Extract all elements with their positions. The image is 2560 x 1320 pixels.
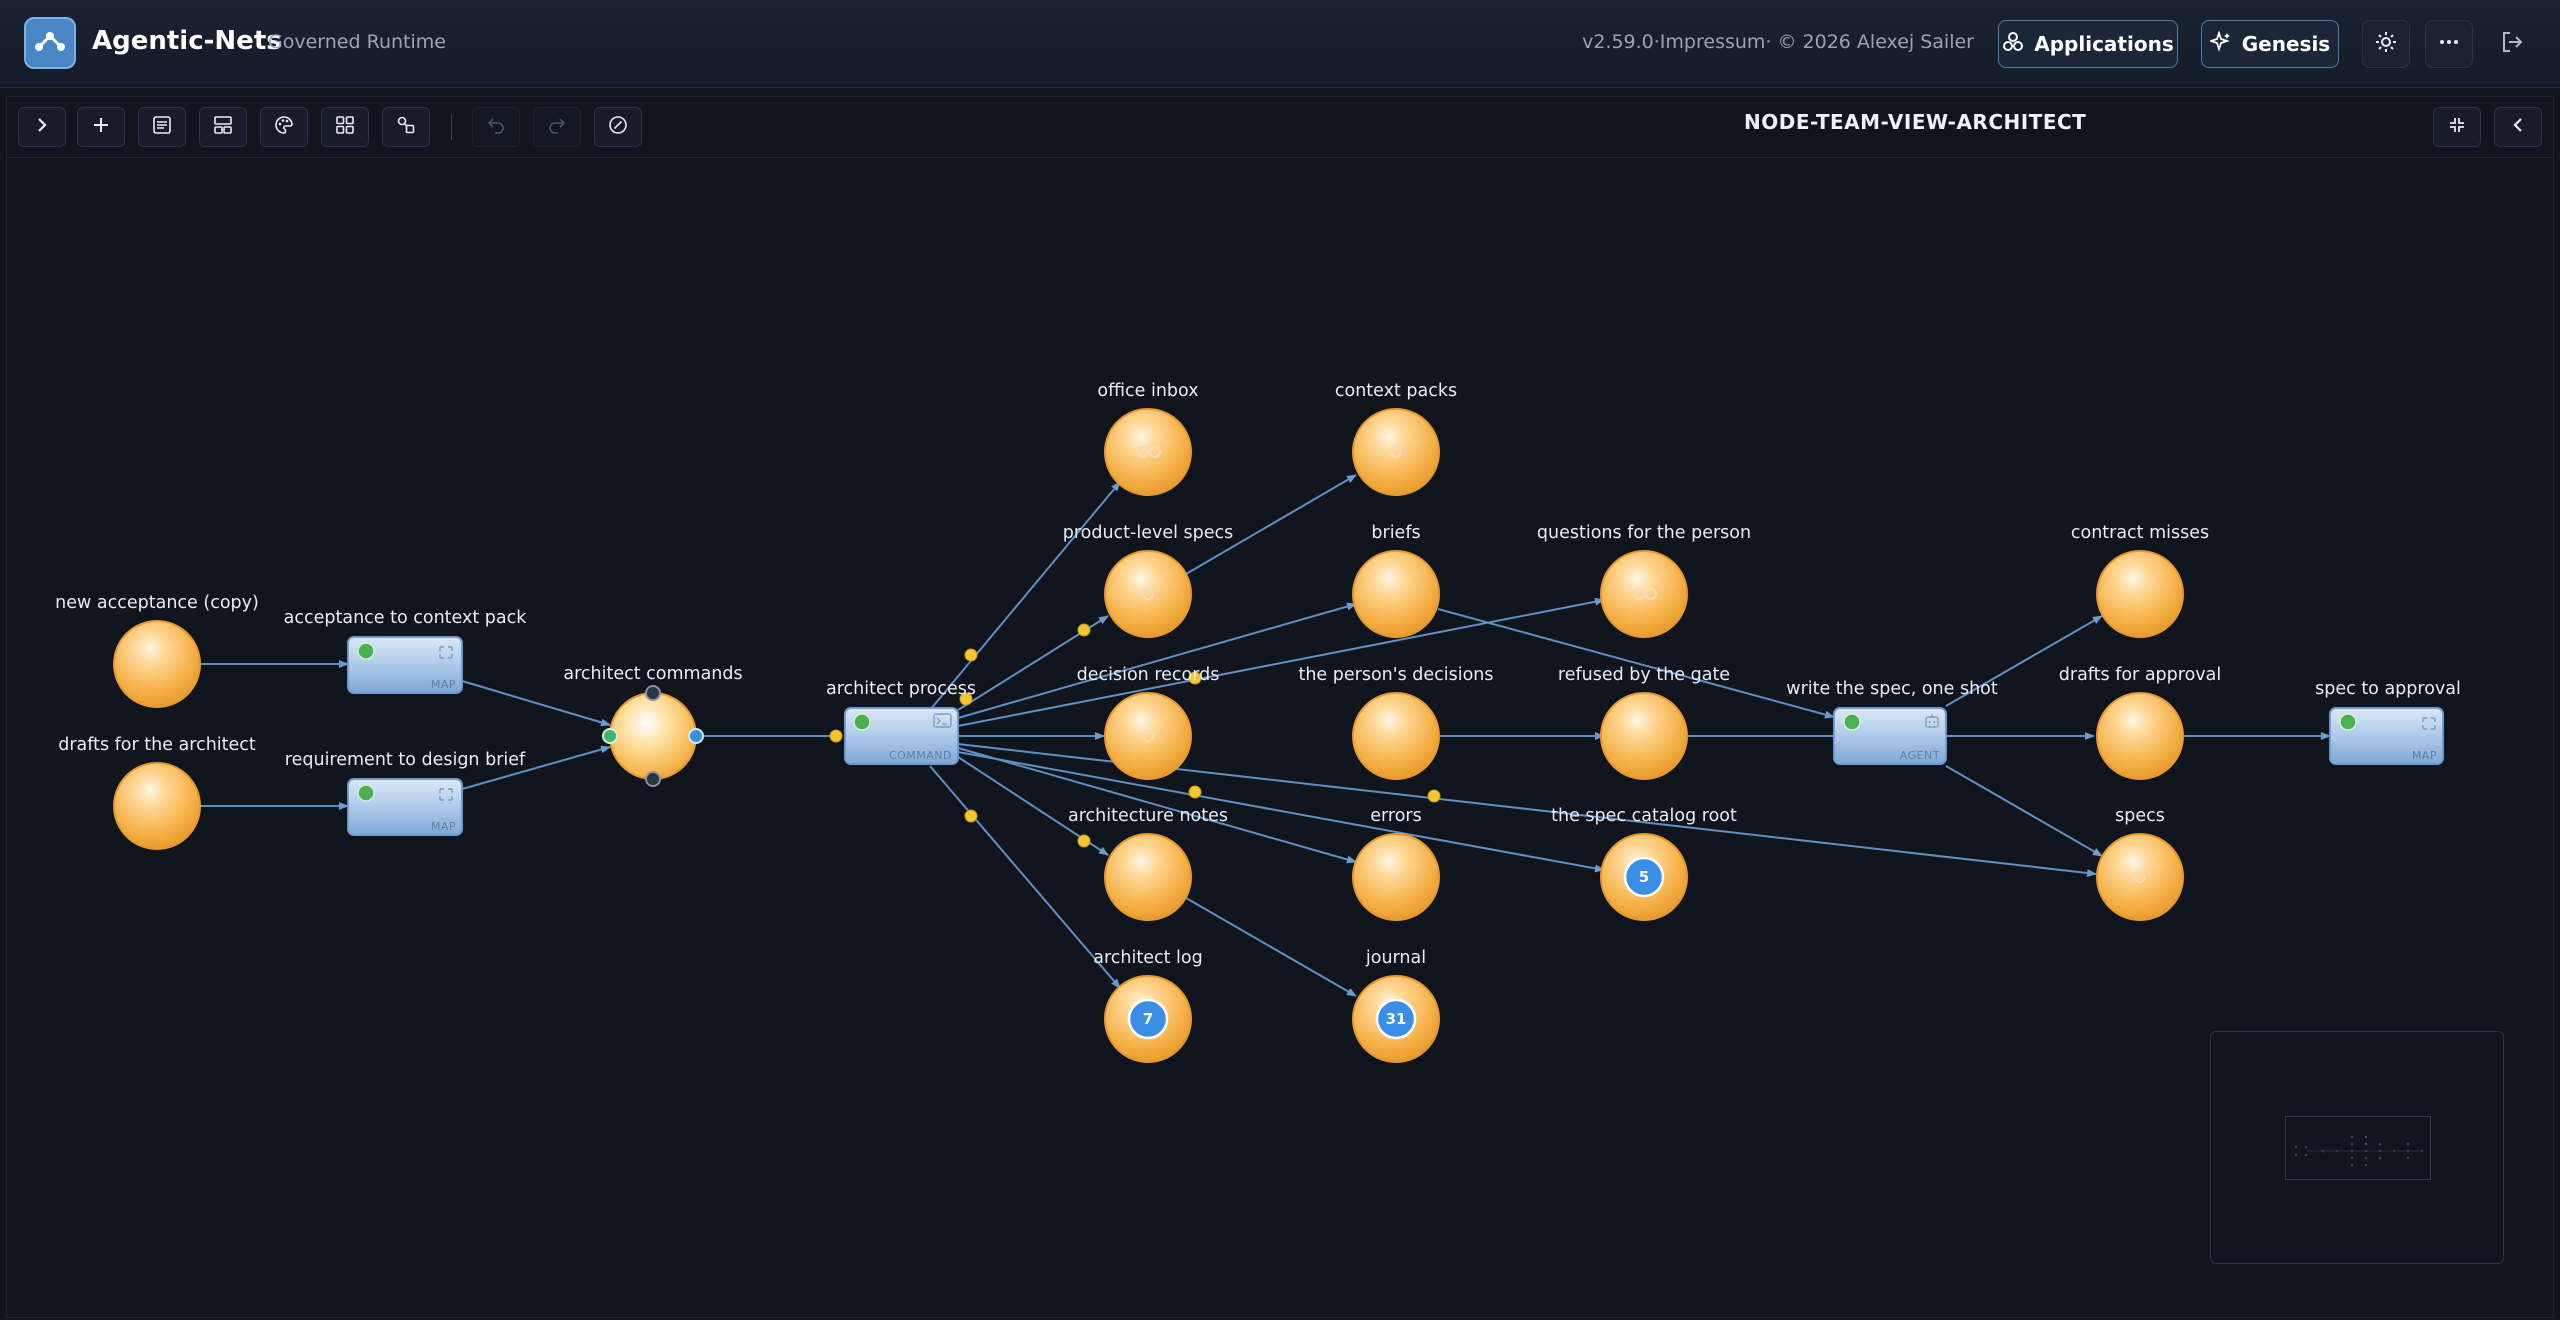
enabled-indicator (357, 784, 375, 802)
place-briefs[interactable]: briefs (1352, 523, 1440, 638)
place-label: errors (1370, 806, 1421, 826)
transition-label: architect process (826, 679, 976, 699)
arc[interactable] (1185, 897, 1357, 997)
transition-label: spec to approval (2315, 679, 2461, 699)
arc-handle[interactable] (964, 648, 978, 662)
place-label: decision records (1077, 665, 1220, 685)
arc[interactable] (957, 597, 1605, 727)
place-label: questions for the person (1537, 523, 1751, 543)
transition-label: requirement to design brief (285, 750, 526, 770)
transition-write-the-spec[interactable]: AGENT write the spec, one shot (1786, 679, 1998, 765)
transition-kind: MAP (431, 820, 456, 833)
transition-label: acceptance to context pack (284, 608, 528, 628)
place-label: new acceptance (copy) (55, 593, 259, 613)
place-drafts-for-architect[interactable]: drafts for the architect (58, 735, 256, 850)
place-context-packs[interactable]: context packs (1335, 381, 1457, 496)
transition-kind: COMMAND (889, 749, 952, 762)
enabled-indicator (1843, 713, 1861, 731)
arc[interactable] (1945, 765, 2103, 857)
transition-acceptance-to-context-pack[interactable]: MAP acceptance to context pack (284, 608, 528, 694)
minimap[interactable] (2210, 1031, 2504, 1264)
place-persons-decisions[interactable]: the person's decisions (1298, 665, 1494, 780)
place-label: architect commands (563, 664, 742, 684)
place-label: journal (1365, 948, 1426, 968)
place-decision-records[interactable]: decision records (1077, 665, 1220, 780)
place-label: architect log (1093, 948, 1202, 968)
transition-kind: MAP (431, 678, 456, 691)
token-count: 31 (1386, 1010, 1407, 1028)
transition-kind: MAP (2412, 749, 2437, 762)
transition-label: write the spec, one shot (1786, 679, 1998, 699)
transition-kind: AGENT (1900, 749, 1940, 762)
place-questions-for-person[interactable]: questions for the person (1537, 523, 1751, 638)
place-office-inbox[interactable]: office inbox (1097, 381, 1199, 496)
place-label: refused by the gate (1558, 665, 1730, 685)
place-label: briefs (1371, 523, 1420, 543)
arc-handle[interactable] (964, 809, 978, 823)
petri-net-graph[interactable]: new acceptance (copy) drafts for the arc… (0, 0, 2560, 1320)
port-right[interactable] (688, 728, 704, 744)
arc-handle[interactable] (1427, 789, 1441, 803)
arc[interactable] (957, 751, 1605, 873)
minimap-viewport[interactable] (2285, 1116, 2431, 1180)
place-label: drafts for approval (2059, 665, 2221, 685)
token-count: 5 (1639, 868, 1649, 886)
place-spec-catalog-root[interactable]: 5 the spec catalog root (1551, 806, 1737, 921)
place-contract-misses[interactable]: contract misses (2071, 523, 2209, 638)
place-label: specs (2115, 806, 2165, 826)
place-label: architecture notes (1068, 806, 1228, 826)
place-specs[interactable]: specs (2096, 806, 2184, 921)
place-label: the person's decisions (1298, 665, 1493, 685)
place-refused-by-gate[interactable]: refused by the gate (1558, 665, 1730, 780)
arc-handle[interactable] (829, 729, 843, 743)
place-errors[interactable]: errors (1352, 806, 1440, 921)
port-top[interactable] (645, 685, 661, 701)
enabled-indicator (2339, 713, 2357, 731)
transition-spec-to-approval[interactable]: MAP spec to approval (2315, 679, 2461, 765)
place-journal[interactable]: 31 journal (1352, 948, 1440, 1063)
place-architect-commands[interactable]: architect commands (563, 664, 743, 787)
place-label: contract misses (2071, 523, 2209, 543)
arc-handle[interactable] (1077, 834, 1091, 848)
place-label: context packs (1335, 381, 1457, 401)
enabled-indicator (853, 713, 871, 731)
transition-architect-process[interactable]: COMMAND architect process (826, 679, 976, 765)
port-left[interactable] (602, 728, 618, 744)
place-label: the spec catalog root (1551, 806, 1737, 826)
place-architect-log[interactable]: 7 architect log (1093, 948, 1203, 1063)
transition-requirement-to-design-brief[interactable]: MAP requirement to design brief (285, 750, 526, 836)
place-drafts-for-approval[interactable]: drafts for approval (2059, 665, 2221, 780)
place-product-level-specs[interactable]: product-level specs (1063, 523, 1234, 638)
enabled-indicator (357, 642, 375, 660)
arc[interactable] (929, 765, 1121, 989)
arc[interactable] (461, 680, 611, 727)
arc-handle[interactable] (1188, 785, 1202, 799)
port-bottom[interactable] (645, 771, 661, 787)
token-count: 7 (1143, 1010, 1153, 1028)
place-label: product-level specs (1063, 523, 1234, 543)
arc-handle[interactable] (1077, 623, 1091, 637)
place-architecture-notes[interactable]: architecture notes (1068, 806, 1228, 921)
place-new-acceptance[interactable]: new acceptance (copy) (55, 593, 259, 708)
place-label: drafts for the architect (58, 735, 256, 755)
place-label: office inbox (1097, 381, 1198, 401)
